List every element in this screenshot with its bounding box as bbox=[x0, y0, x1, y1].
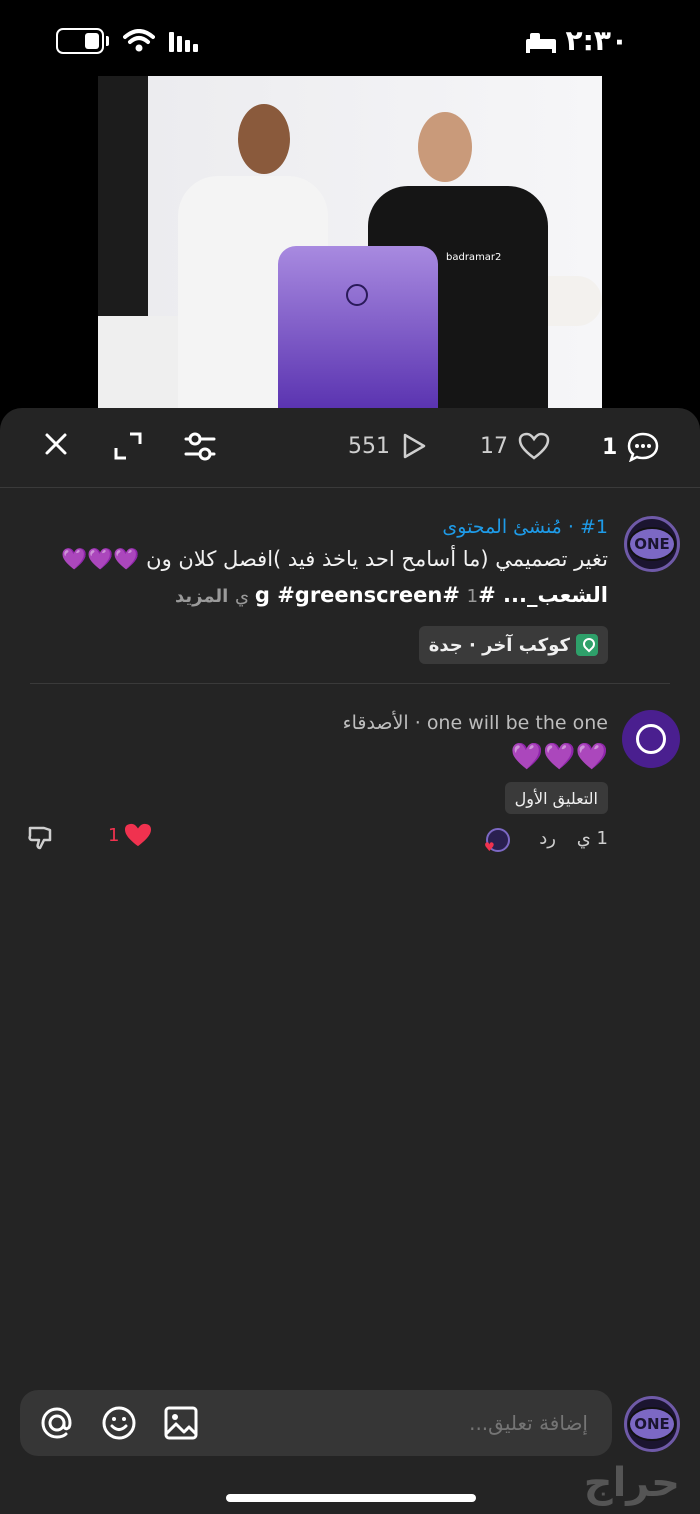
post-text-line2: الشعب_... #g #greenscreen# 1 ي المزيد bbox=[28, 578, 608, 614]
status-time: ٢:٣٠ bbox=[565, 24, 628, 57]
post-text: تغير تصميمي (ما أسامح احد ياخذ فيد )افصل… bbox=[61, 547, 608, 571]
reply-button[interactable]: رد bbox=[539, 828, 556, 849]
status-bar: ٢:٣٠ bbox=[0, 0, 700, 80]
video-watermark: badramar2 bbox=[446, 252, 502, 263]
heart-filled-icon bbox=[125, 823, 152, 847]
creator-avatar[interactable]: ONE bbox=[624, 516, 680, 572]
video-player[interactable]: badramar2 bbox=[98, 76, 602, 410]
comment-time: 1 ي bbox=[576, 828, 608, 849]
expand-icon bbox=[114, 432, 142, 460]
filter-button[interactable] bbox=[184, 432, 216, 462]
video-jersey-logo bbox=[346, 284, 368, 306]
home-indicator[interactable] bbox=[226, 1494, 476, 1502]
location-pin-icon bbox=[576, 634, 598, 656]
heart-outline-icon bbox=[518, 432, 550, 460]
close-button[interactable] bbox=[44, 432, 68, 456]
comment-input[interactable] bbox=[288, 1404, 588, 1442]
video-jersey bbox=[278, 246, 438, 410]
comments-count: 1 bbox=[602, 434, 618, 460]
comment-like-count: 1 bbox=[108, 824, 120, 846]
likes-stat[interactable]: 17 bbox=[480, 432, 550, 460]
comments-stat[interactable]: 1 bbox=[602, 432, 659, 462]
comments-sheet: 551 17 1 ONE #1 · مُنشئ المحتوى تغير تصم… bbox=[0, 408, 700, 1514]
battery-icon bbox=[56, 28, 104, 54]
video-person-left-head bbox=[238, 104, 290, 174]
comment-bubble-icon bbox=[628, 432, 659, 462]
commenter-logo-icon bbox=[636, 724, 666, 754]
comment-text: 💜💜💜 bbox=[510, 742, 608, 772]
post-meta: #1 · مُنشئ المحتوى bbox=[442, 516, 608, 538]
views-stat[interactable]: 551 bbox=[348, 432, 428, 460]
comments-toolbar: 551 17 1 bbox=[0, 408, 700, 488]
comment-meta: one will be the one · الأصدقاء bbox=[342, 712, 608, 734]
comment-composer bbox=[20, 1390, 612, 1456]
first-comment-badge-label: التعليق الأول bbox=[514, 788, 598, 808]
close-icon bbox=[45, 433, 67, 455]
likes-count: 17 bbox=[480, 433, 508, 459]
battery-cap bbox=[106, 36, 109, 46]
image-icon[interactable] bbox=[162, 1404, 200, 1442]
watermark-logo: حراج bbox=[583, 1460, 680, 1506]
emoji-icon[interactable] bbox=[100, 1404, 138, 1442]
user-avatar: ONE bbox=[624, 1396, 680, 1452]
location-label: كوكب آخر · جدة bbox=[428, 634, 570, 656]
signal-icon bbox=[169, 32, 198, 52]
first-comment-badge: التعليق الأول bbox=[504, 782, 608, 814]
creator-liked-avatar: ♥ bbox=[484, 828, 510, 854]
creator-liked-heart-icon: ♥ bbox=[484, 840, 495, 854]
status-right: ٢:٣٠ bbox=[524, 24, 628, 57]
thumbs-down-icon bbox=[28, 826, 52, 850]
post-hashtags[interactable]: الشعب_... #g #greenscreen# bbox=[255, 583, 608, 607]
location-tag[interactable]: كوكب آخر · جدة bbox=[418, 626, 608, 664]
status-icons bbox=[56, 28, 199, 54]
sleep-focus-icon bbox=[525, 32, 556, 53]
creator-avatar-label: ONE bbox=[628, 527, 676, 561]
comment-like-button[interactable]: 1 bbox=[108, 822, 153, 848]
dislike-button[interactable] bbox=[26, 824, 54, 856]
play-icon bbox=[403, 433, 426, 459]
fullscreen-button[interactable] bbox=[114, 432, 142, 460]
mention-icon[interactable] bbox=[38, 1404, 76, 1442]
divider bbox=[30, 683, 670, 684]
more-link[interactable]: المزيد bbox=[175, 586, 228, 607]
wifi-icon bbox=[123, 29, 155, 52]
views-count: 551 bbox=[348, 433, 390, 459]
commenter-avatar[interactable] bbox=[622, 710, 680, 768]
video-person-right-head bbox=[418, 112, 472, 182]
sliders-icon bbox=[184, 432, 216, 461]
user-avatar-label: ONE bbox=[628, 1407, 676, 1441]
